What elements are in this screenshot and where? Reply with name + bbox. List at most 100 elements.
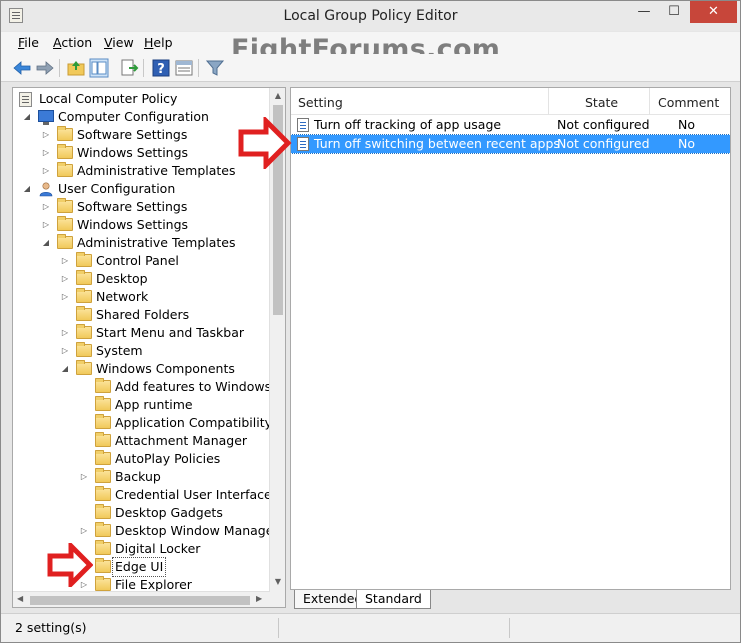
collapsed-arrow-icon[interactable]: ▷ [79,468,89,486]
expanded-arrow-icon[interactable]: ◢ [22,108,32,126]
expanded-arrow-icon[interactable]: ◢ [22,180,32,198]
status-text: 2 setting(s) [15,620,87,635]
scroll-down-icon[interactable]: ▼ [270,577,285,586]
setting-state: Not configured [557,136,650,151]
expanded-arrow-icon[interactable]: ◢ [60,360,70,378]
tree-item-label: Software Settings [77,199,188,214]
folder-icon [95,468,111,483]
list-item-selected[interactable]: Turn off switching between recent apps N… [291,134,730,154]
folder-icon [76,360,92,375]
tree-item-label: AutoPlay Policies [115,451,221,466]
collapsed-arrow-icon[interactable]: ▷ [60,324,70,342]
scroll-right-icon[interactable]: ▶ [256,594,262,603]
status-divider [509,618,510,638]
tree-horizontal-scrollbar[interactable]: ◀ ▶ [13,591,270,607]
menu-help-label: elp [153,35,173,50]
red-pointer-arrow-icon [47,543,93,587]
column-header-state[interactable]: State [585,95,618,110]
settings-list-pane[interactable]: Setting State Comment Turn off tracking … [290,87,731,590]
tree-item-label: Shared Folders [96,307,190,322]
folder-icon [95,396,111,411]
toolbar-separator [198,59,199,77]
policy-icon [19,92,32,107]
show-hide-tree-icon[interactable] [89,58,109,78]
maximize-button[interactable]: ☐ [659,1,689,23]
toolbar-separator [59,59,60,77]
tree-item-label: App runtime [115,397,193,412]
menu-action[interactable]: Action [53,35,92,50]
tree-item-label: Windows Settings [77,217,189,232]
folder-icon [57,144,73,159]
folder-icon [95,576,111,591]
collapsed-arrow-icon[interactable]: ▷ [60,252,70,270]
column-divider[interactable] [548,88,549,115]
menu-help[interactable]: Help [144,35,173,50]
back-arrow-icon[interactable] [12,58,32,78]
folder-icon [57,234,73,249]
folder-icon [95,414,111,429]
collapsed-arrow-icon[interactable]: ▷ [60,342,70,360]
menu-file[interactable]: File [18,35,39,50]
folder-icon [76,342,92,357]
menu-file-label: ile [24,35,39,50]
folder-icon [76,288,92,303]
collapsed-arrow-icon[interactable]: ▷ [60,288,70,306]
minimize-button[interactable]: — [629,1,659,23]
properties-view-icon[interactable] [174,58,194,78]
tree-item-label: Add features to Windows 8 [115,379,284,394]
scroll-thumb[interactable] [30,596,250,605]
setting-comment: No [678,117,695,132]
tree-item-label: Digital Locker [115,541,201,556]
tree-item-label: Local Computer Policy [39,91,178,106]
tree-item-label: Backup [115,469,161,484]
svg-text:?: ? [157,62,165,77]
folder-icon [76,306,92,321]
folder-icon [57,198,73,213]
tree-item-label: User Configuration [58,181,176,196]
tab-standard[interactable]: Standard [356,590,431,609]
red-pointer-arrow-icon [238,117,292,169]
collapsed-arrow-icon[interactable]: ▷ [79,522,89,540]
list-item[interactable]: Turn off tracking of app usage Not confi… [291,116,730,134]
close-button[interactable]: ✕ [690,1,737,23]
forward-arrow-icon[interactable] [35,58,55,78]
policy-setting-icon [297,137,309,151]
filter-icon[interactable] [205,58,225,78]
expanded-arrow-icon[interactable]: ◢ [41,234,51,252]
folder-icon [95,558,111,573]
folder-icon [95,432,111,447]
toolbar-separator [143,59,144,77]
folder-icon [76,252,92,267]
folder-icon [95,540,111,555]
app-window: Local Group Policy Editor — ☐ ✕ File Act… [0,0,741,643]
folder-icon [95,486,111,501]
tree-item-label: Desktop [96,271,148,286]
collapsed-arrow-icon[interactable]: ▷ [41,162,51,180]
export-list-icon[interactable] [119,58,139,78]
title-bar[interactable]: Local Group Policy Editor — ☐ ✕ [1,1,740,31]
help-icon[interactable]: ? [151,58,171,78]
folder-icon [95,378,111,393]
menu-action-label: ction [61,35,93,50]
collapsed-arrow-icon[interactable]: ▷ [60,270,70,288]
folder-icon [95,504,111,519]
column-header-setting[interactable]: Setting [298,95,343,110]
scroll-left-icon[interactable]: ◀ [17,594,23,603]
up-folder-icon[interactable] [66,58,86,78]
collapsed-arrow-icon[interactable]: ▷ [41,216,51,234]
status-divider [278,618,279,638]
menu-view[interactable]: View [104,35,134,50]
scrollbar-corner [270,591,285,607]
tree-item-label: Windows Settings [77,145,189,160]
tree-item-label: Administrative Templates [77,235,236,250]
collapsed-arrow-icon[interactable]: ▷ [41,126,51,144]
folder-icon [57,162,73,177]
collapsed-arrow-icon[interactable]: ▷ [41,198,51,216]
column-header-comment[interactable]: Comment [658,95,719,110]
collapsed-arrow-icon[interactable]: ▷ [41,144,51,162]
scroll-up-icon[interactable]: ▲ [270,91,285,100]
setting-comment: No [678,136,695,151]
tree-item-label: Desktop Window Manager [115,523,279,538]
column-divider[interactable] [649,88,650,115]
folder-icon [57,216,73,231]
